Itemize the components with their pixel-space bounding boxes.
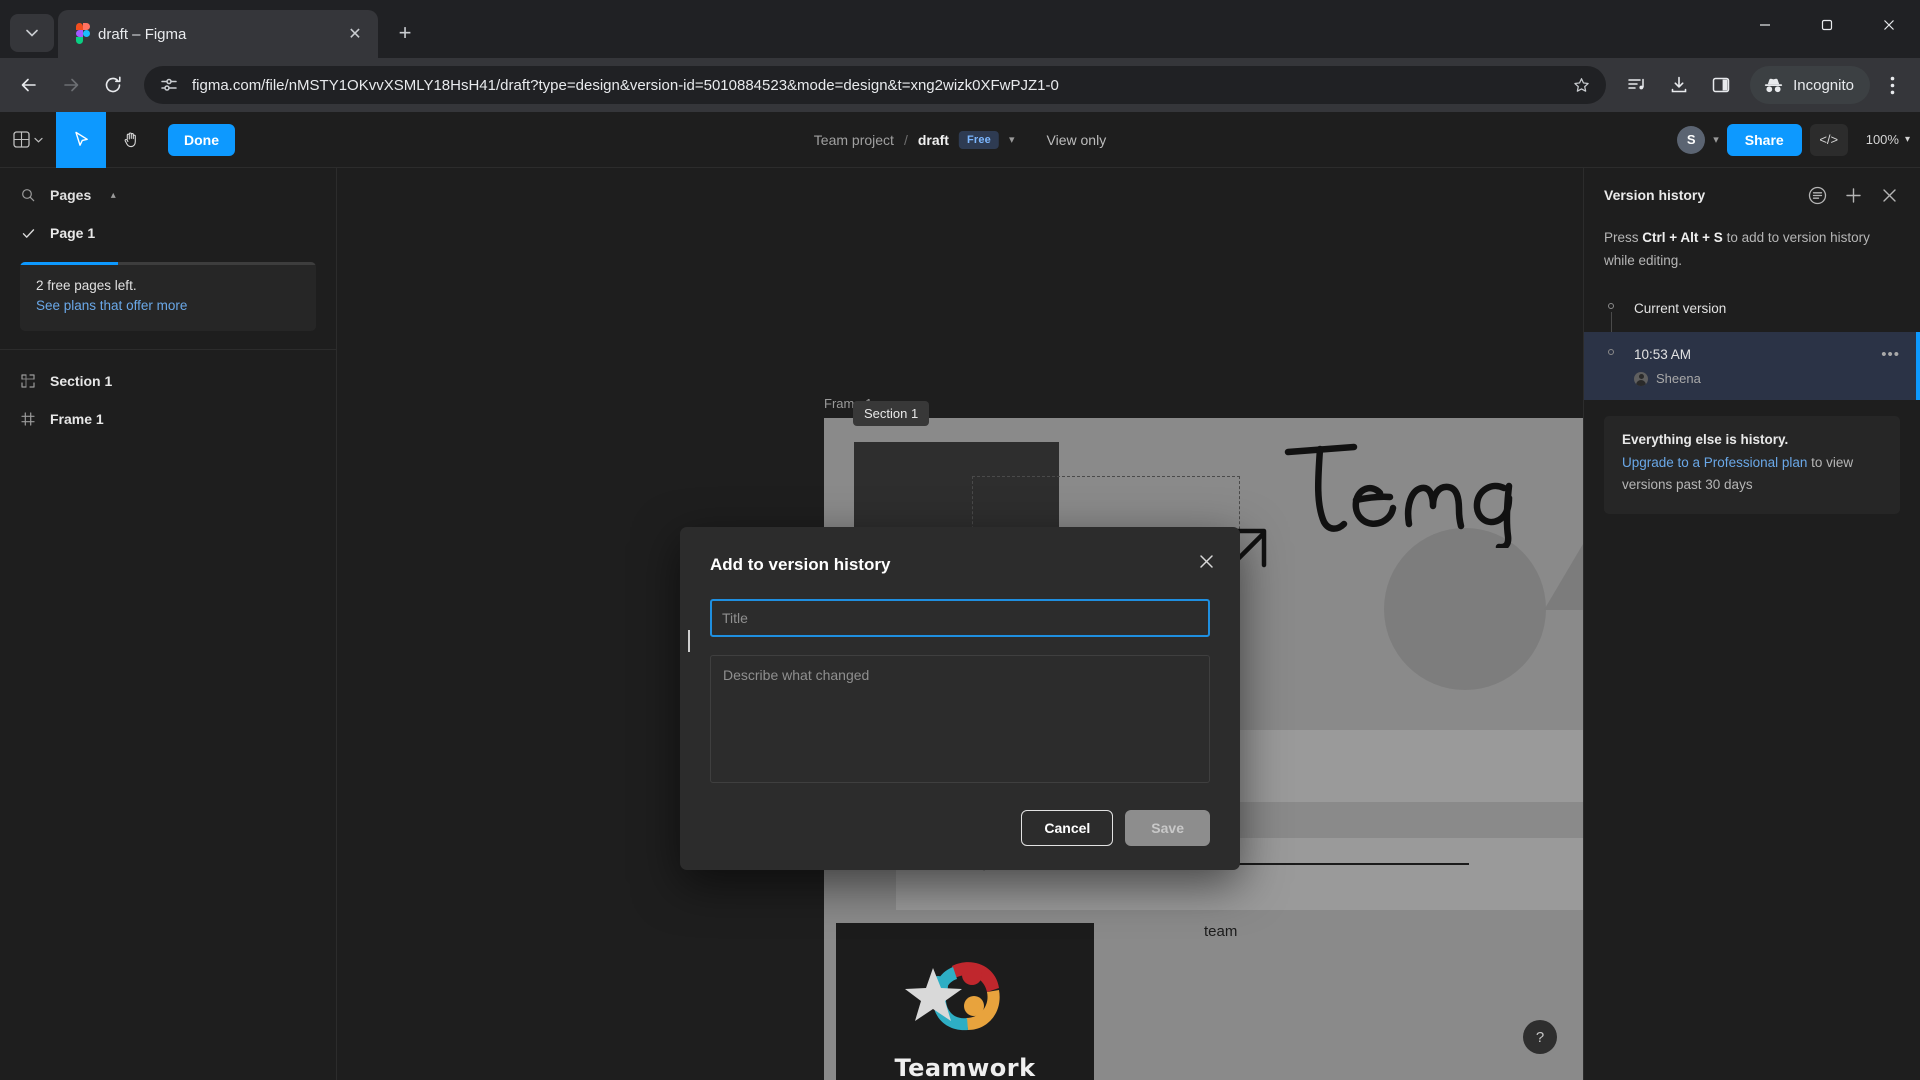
maximize-button[interactable] [1796,0,1858,50]
reload-icon [105,76,121,93]
download-button[interactable] [1660,66,1698,104]
figma-logo-icon [72,23,90,45]
download-icon [1671,76,1687,93]
modal-overlay: Add to version history Cancel Save [0,112,1920,1080]
minimize-button[interactable] [1734,0,1796,50]
reload-button[interactable] [94,66,132,104]
tab-strip: draft – Figma ✕ + [0,0,1920,58]
tab-search-button[interactable] [10,14,54,52]
window-controls [1734,0,1920,50]
three-dot-menu-icon [1890,76,1894,94]
chevron-down-icon [26,29,38,37]
minimize-icon [1760,24,1770,26]
modal-actions: Cancel Save [710,810,1210,846]
tune-icon[interactable] [158,74,180,96]
text-cursor [688,630,690,652]
url-text: figma.com/file/nMSTY1OKvvXSMLY18HsH41/dr… [192,76,1059,94]
add-version-modal: Add to version history Cancel Save [680,527,1240,870]
media-control-icon [1628,78,1644,90]
figma-application: Done Team project / draft Free ▾ View on… [0,111,1920,1080]
browser-window: draft – Figma ✕ + figma.com/file/nMSTY1O… [0,0,1920,1080]
incognito-indicator[interactable]: Incognito [1750,66,1870,104]
browser-menu-button[interactable] [1874,66,1910,104]
back-arrow-icon [21,78,36,92]
close-icon[interactable] [1194,549,1218,573]
save-button[interactable]: Save [1125,810,1210,846]
new-tab-button[interactable]: + [388,16,422,50]
media-control-button[interactable] [1618,66,1656,104]
version-title-input[interactable] [710,599,1210,637]
modal-title: Add to version history [710,555,891,574]
version-description-input[interactable] [710,655,1210,783]
address-bar[interactable]: figma.com/file/nMSTY1OKvvXSMLY18HsH41/dr… [144,66,1607,104]
tab-title: draft – Figma [98,25,187,43]
incognito-label: Incognito [1793,76,1854,94]
forward-button[interactable] [52,66,90,104]
browser-toolbar: figma.com/file/nMSTY1OKvvXSMLY18HsH41/dr… [0,58,1920,112]
window-close-button[interactable] [1858,0,1920,50]
maximize-icon [1821,19,1833,31]
forward-arrow-icon [64,78,79,92]
incognito-hat-icon [1765,78,1783,93]
close-icon [1884,20,1894,30]
browser-tab[interactable]: draft – Figma ✕ [58,10,378,58]
back-button[interactable] [10,66,48,104]
side-panel-icon [1712,77,1730,93]
close-icon[interactable]: ✕ [344,23,366,45]
plus-icon: + [398,20,412,45]
cancel-button[interactable]: Cancel [1021,810,1114,846]
side-panel-button[interactable] [1702,66,1740,104]
star-icon[interactable] [1564,68,1598,102]
